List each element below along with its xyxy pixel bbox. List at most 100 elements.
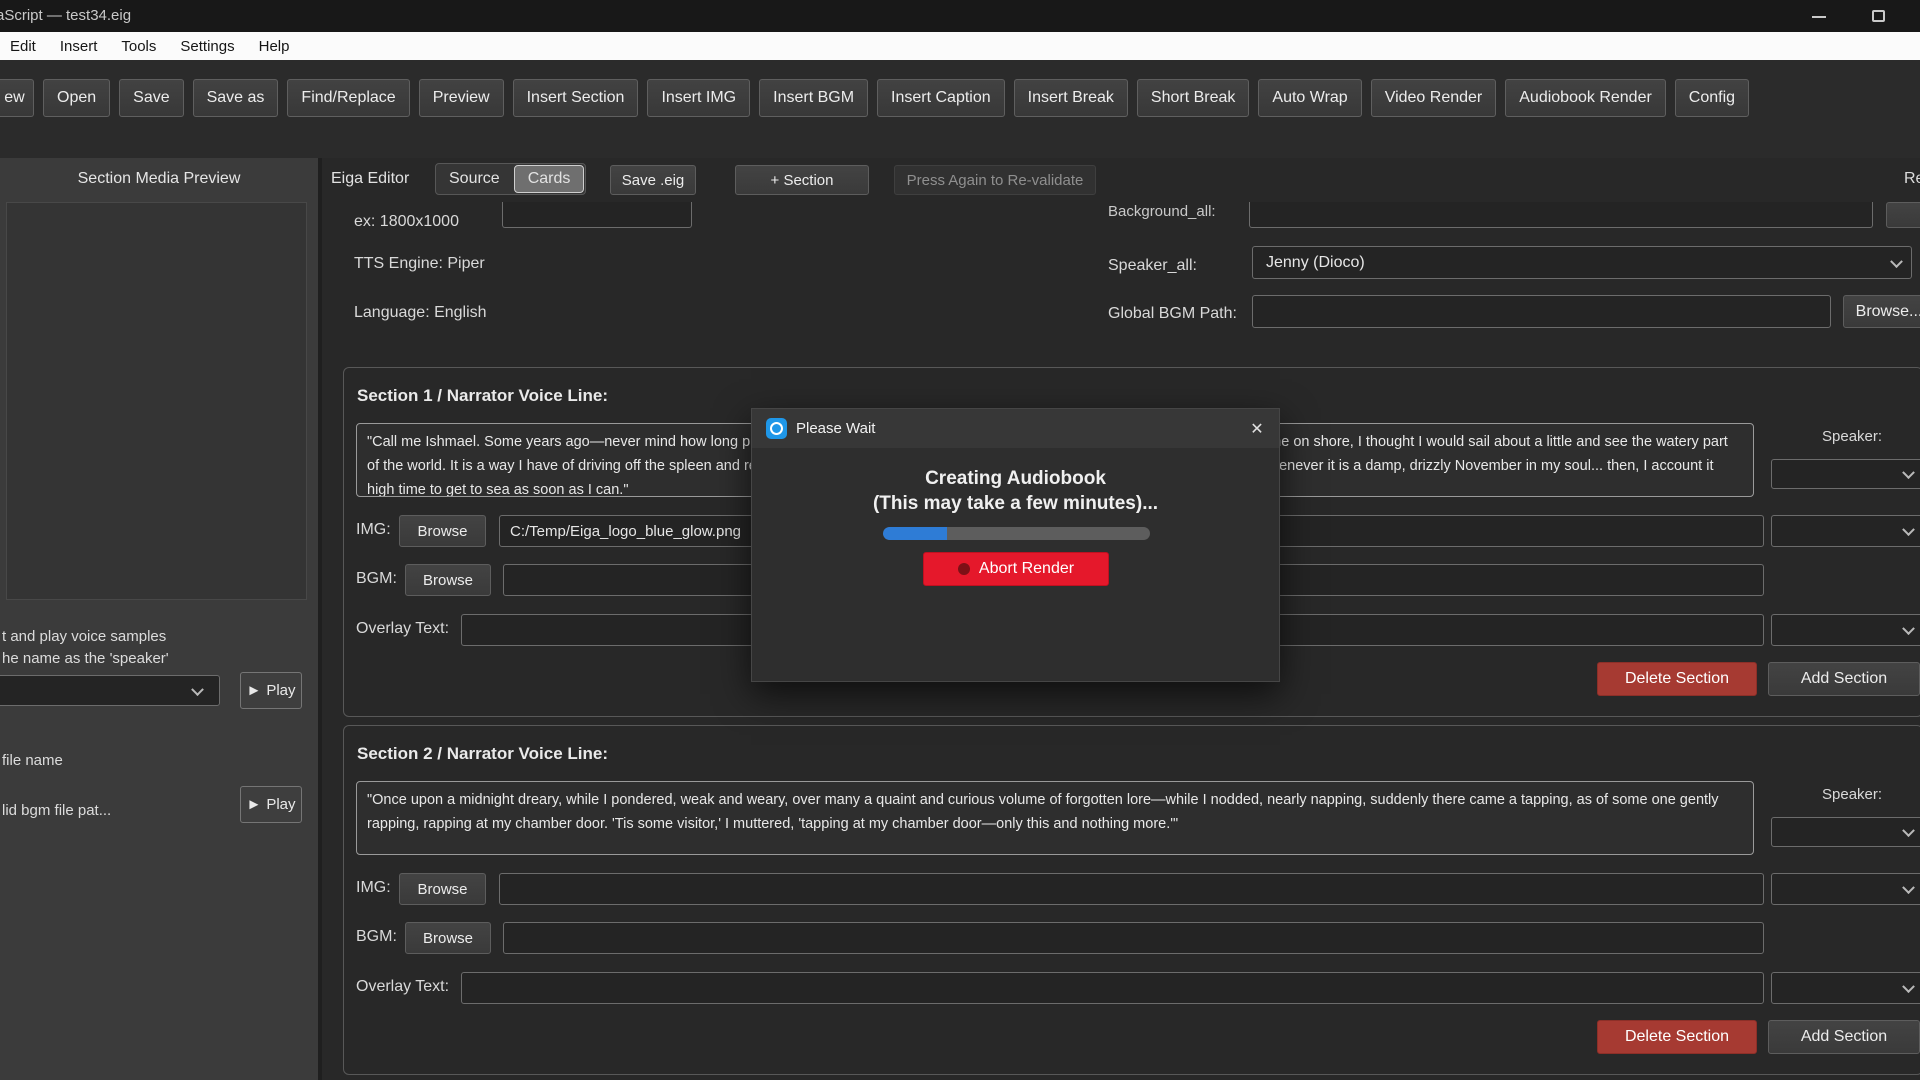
toolbar-insert-break-button[interactable]: Insert Break	[1014, 79, 1128, 117]
tab-source[interactable]: Source	[436, 164, 513, 194]
bgm-play-button[interactable]: ► Play	[240, 786, 302, 823]
toolbar-insert-section-button[interactable]: Insert Section	[513, 79, 639, 117]
toolbar-save-button[interactable]: Save	[119, 79, 183, 117]
section-1-speaker-dropdown[interactable]	[1771, 459, 1920, 489]
voice-sample-hint-line2: he name as the 'speaker'	[2, 650, 169, 667]
section-2-img-path-input[interactable]	[499, 873, 1764, 905]
clipped-right-button[interactable]: Re	[1904, 170, 1920, 188]
chevron-down-icon	[1902, 980, 1915, 993]
section-1-speaker-label: Speaker:	[1822, 428, 1882, 445]
view-mode-toggle: Source Cards	[435, 163, 586, 195]
background-all-input[interactable]	[1249, 202, 1873, 228]
section-1-heading: Section 1 / Narrator Voice Line:	[357, 386, 608, 406]
section-2-bgm-path-input[interactable]	[503, 922, 1764, 954]
toolbar-new-button[interactable]: ew	[0, 79, 34, 117]
app-icon	[766, 418, 787, 439]
menu-insert[interactable]: Insert	[48, 38, 110, 55]
section-2-overlay-text-input[interactable]	[461, 972, 1764, 1004]
toolbar-preview-button[interactable]: Preview	[419, 79, 504, 117]
menu-help[interactable]: Help	[247, 38, 302, 55]
save-eig-button[interactable]: Save .eig	[610, 165, 696, 195]
voice-play-button[interactable]: ► Play	[240, 672, 302, 709]
speaker-all-value: Jenny (Dioco)	[1266, 254, 1365, 272]
dialog-message-line1: Creating Audiobook	[752, 468, 1279, 490]
revalidate-button[interactable]: Press Again to Re-validate	[894, 165, 1096, 195]
toolbar-open-button[interactable]: Open	[43, 79, 110, 117]
menu-bar: Edit Insert Tools Settings Help	[0, 32, 1920, 60]
record-dot-icon	[958, 563, 970, 575]
media-preview-area	[6, 202, 307, 600]
play-icon: ►	[246, 682, 261, 699]
chevron-down-icon	[1902, 881, 1915, 894]
section-2-voice-line-textarea[interactable]: "Once upon a midnight dreary, while I po…	[356, 781, 1754, 855]
toolbar-audiobook-render-button[interactable]: Audiobook Render	[1505, 79, 1666, 117]
menu-edit[interactable]: Edit	[10, 38, 48, 55]
section-2-bgm-browse-button[interactable]: Browse	[405, 922, 491, 954]
speaker-all-dropdown[interactable]: Jenny (Dioco)	[1252, 246, 1912, 279]
toolbar-short-break-button[interactable]: Short Break	[1137, 79, 1249, 117]
toolbar-config-button[interactable]: Config	[1675, 79, 1749, 117]
section-2-speaker-dropdown[interactable]	[1771, 817, 1920, 847]
background-all-label: Background_all:	[1108, 203, 1216, 220]
section-2-bgm-label: BGM:	[356, 928, 397, 946]
tts-engine-label: TTS Engine: Piper	[354, 255, 485, 273]
play-icon: ►	[246, 796, 261, 813]
toolbar-video-render-button[interactable]: Video Render	[1371, 79, 1497, 117]
toolbar-insert-bgm-button[interactable]: Insert BGM	[759, 79, 868, 117]
section-1-bgm-browse-button[interactable]: Browse	[405, 564, 491, 596]
voice-play-label: Play	[266, 682, 295, 699]
dialog-titlebar: Please Wait ✕	[752, 409, 1279, 448]
chevron-down-icon	[1902, 824, 1915, 837]
section-1-overlay-dropdown[interactable]	[1771, 614, 1920, 646]
window-titlebar: aScript — test34.eig	[0, 0, 1920, 32]
toolbar-auto-wrap-button[interactable]: Auto Wrap	[1258, 79, 1361, 117]
section-1-img-browse-button[interactable]: Browse	[399, 515, 486, 547]
toolbar-insert-img-button[interactable]: Insert IMG	[647, 79, 750, 117]
bgm-file-hint: lid bgm file pat...	[2, 802, 111, 819]
global-bgm-browse-button[interactable]: Browse...	[1843, 295, 1920, 328]
global-bgm-path-label: Global BGM Path:	[1108, 305, 1237, 323]
language-label: Language: English	[354, 304, 487, 322]
chevron-down-icon	[1902, 622, 1915, 635]
chevron-down-icon	[1890, 255, 1903, 268]
toolbar-insert-caption-button[interactable]: Insert Caption	[877, 79, 1005, 117]
section-1-delete-button[interactable]: Delete Section	[1597, 662, 1757, 696]
chevron-down-icon	[1902, 523, 1915, 536]
sidebar-title: Section Media Preview	[0, 170, 318, 188]
chevron-down-icon	[1902, 466, 1915, 479]
editor-title: Eiga Editor	[331, 170, 409, 188]
section-1-img-dropdown[interactable]	[1771, 515, 1920, 547]
toolbar-find-replace-button[interactable]: Find/Replace	[287, 79, 409, 117]
toolbar-save-as-button[interactable]: Save as	[193, 79, 279, 117]
section-2-delete-button[interactable]: Delete Section	[1597, 1020, 1757, 1054]
maximize-icon[interactable]	[1872, 10, 1885, 22]
background-browse-button-clipped[interactable]	[1886, 202, 1920, 228]
menu-tools[interactable]: Tools	[109, 38, 168, 55]
window-title: aScript — test34.eig	[0, 7, 131, 24]
section-2-img-dropdown[interactable]	[1771, 873, 1920, 905]
add-section-top-button[interactable]: + Section	[735, 165, 869, 195]
main-toolbar: ew Open Save Save as Find/Replace Previe…	[0, 78, 1920, 118]
resolution-input[interactable]	[502, 202, 692, 228]
section-2-img-browse-button[interactable]: Browse	[399, 873, 486, 905]
section-2-overlay-label: Overlay Text:	[356, 978, 449, 996]
img-file-hint: file name	[2, 752, 63, 769]
abort-render-button[interactable]: Abort Render	[923, 552, 1109, 586]
global-bgm-path-input[interactable]	[1252, 295, 1831, 328]
section-2-card: Section 2 / Narrator Voice Line: "Once u…	[343, 725, 1920, 1075]
menu-settings[interactable]: Settings	[168, 38, 246, 55]
section-1-add-button[interactable]: Add Section	[1768, 662, 1920, 696]
section-1-overlay-label: Overlay Text:	[356, 620, 449, 638]
close-icon[interactable]: ✕	[1245, 417, 1269, 441]
please-wait-dialog: Please Wait ✕ Creating Audiobook (This m…	[751, 408, 1280, 682]
tab-cards[interactable]: Cards	[514, 165, 585, 193]
section-2-overlay-dropdown[interactable]	[1771, 972, 1920, 1004]
voice-sample-dropdown[interactable]	[0, 675, 220, 706]
chevron-down-icon	[191, 683, 204, 696]
section-2-add-button[interactable]: Add Section	[1768, 1020, 1920, 1054]
section-1-img-label: IMG:	[356, 521, 391, 539]
bgm-play-label: Play	[266, 796, 295, 813]
section-media-preview-panel: Section Media Preview t and play voice s…	[0, 158, 318, 1080]
minimize-icon[interactable]	[1812, 16, 1826, 18]
render-progress-bar	[883, 527, 1150, 540]
